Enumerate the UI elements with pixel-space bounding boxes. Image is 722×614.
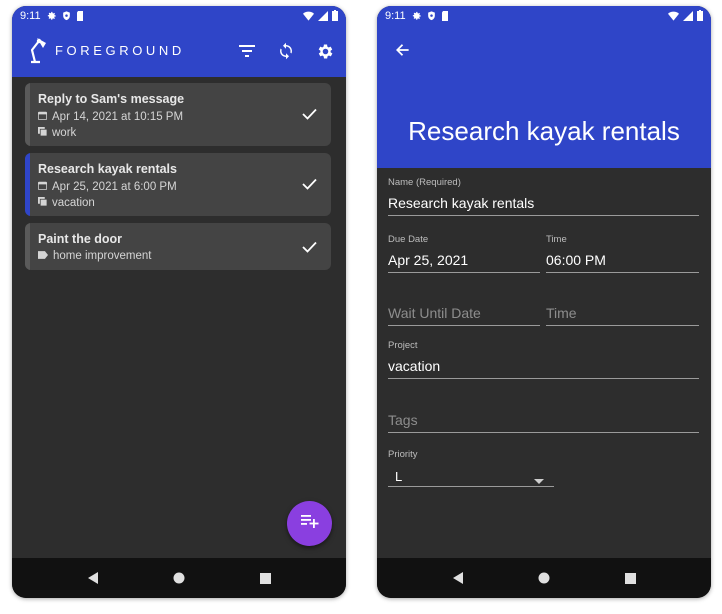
calendar-icon [38, 181, 47, 193]
settings-status-icon [412, 11, 422, 21]
due-time-value: 06:00 PM [546, 252, 606, 268]
tags-field[interactable]: Tags [388, 409, 699, 439]
wifi-icon [668, 11, 679, 21]
status-time: 9:11 [385, 10, 406, 22]
sync-icon[interactable] [275, 40, 297, 62]
nav-home-icon[interactable] [536, 570, 552, 586]
sim-status-icon [441, 11, 449, 21]
task-card-stripe [25, 153, 30, 216]
project-label: Project [388, 340, 418, 351]
task-card[interactable]: Research kayak rentals Apr 25, 2021 at 6… [25, 153, 331, 216]
tag-icon [38, 250, 48, 262]
status-bar: 9:11 [12, 6, 346, 26]
due-time-field[interactable]: Time 06:00 PM [546, 234, 699, 279]
battery-icon [697, 10, 703, 21]
wait-until-time-underline [546, 325, 699, 326]
task-project-row: vacation [38, 197, 95, 209]
detail-header: 9:11 Research kayak rentals [377, 6, 711, 168]
check-icon[interactable] [302, 177, 317, 195]
wait-until-time-field[interactable]: Time [546, 302, 699, 332]
check-icon[interactable] [302, 107, 317, 125]
nav-recents-icon[interactable] [257, 570, 273, 586]
status-indicators [668, 10, 703, 21]
project-icon [38, 197, 48, 209]
filter-icon[interactable] [236, 40, 258, 62]
sim-status-icon [76, 11, 84, 21]
check-icon[interactable] [302, 240, 317, 258]
nav-home-icon[interactable] [171, 570, 187, 586]
task-tag: home improvement [53, 250, 152, 262]
task-title: Reply to Sam's message [38, 92, 185, 106]
nav-recents-icon[interactable] [622, 570, 638, 586]
wait-until-date-placeholder: Wait Until Date [388, 305, 481, 321]
system-nav-bar [12, 558, 346, 598]
due-date-value: Apr 25, 2021 [388, 252, 469, 268]
task-due: Apr 14, 2021 at 10:15 PM [52, 111, 184, 123]
priority-select[interactable]: Priority L [388, 449, 554, 494]
priority-label: Priority [388, 449, 418, 460]
chevron-down-icon[interactable] [534, 479, 544, 484]
shield-status-icon [62, 11, 71, 21]
priority-underline [388, 486, 554, 487]
system-nav-bar [377, 558, 711, 598]
status-indicators [303, 10, 338, 21]
due-date-label: Due Date [388, 234, 429, 245]
task-project-row: work [38, 127, 76, 139]
add-task-button[interactable] [287, 501, 332, 546]
name-underline [388, 215, 699, 216]
name-label: Name (Required) [388, 177, 461, 188]
due-date-field[interactable]: Due Date Apr 25, 2021 [388, 234, 540, 279]
name-field[interactable]: Name (Required) Research kayak rentals [388, 177, 699, 222]
tags-underline [388, 432, 699, 433]
add-task-icon [300, 514, 319, 533]
due-time-label: Time [546, 234, 567, 245]
wifi-icon [303, 11, 314, 21]
task-title: Paint the door [38, 232, 123, 246]
status-time: 9:11 [20, 10, 41, 22]
project-value: vacation [388, 358, 441, 374]
task-due: Apr 25, 2021 at 6:00 PM [52, 181, 177, 193]
wait-until-date-underline [388, 325, 540, 326]
detail-title: Research kayak rentals [408, 116, 680, 146]
nav-back-icon[interactable] [85, 570, 101, 586]
task-project: vacation [52, 197, 95, 209]
task-card-stripe [25, 83, 30, 146]
app-bar: FOREGROUND [12, 26, 346, 77]
calendar-icon [38, 111, 47, 123]
wait-until-date-field[interactable]: Wait Until Date [388, 302, 540, 332]
tags-placeholder: Tags [388, 412, 418, 428]
settings-status-icon [47, 11, 57, 21]
app-title: FOREGROUND [55, 43, 185, 58]
due-time-underline [546, 272, 699, 273]
task-list-screen: 9:11 FOREGROUND Reply to Sam's message A… [12, 6, 346, 598]
task-tag-row: home improvement [38, 250, 151, 262]
task-card-stripe [25, 223, 30, 270]
task-card[interactable]: Paint the door home improvement [25, 223, 331, 270]
due-date-underline [388, 272, 540, 273]
priority-value: L [395, 469, 403, 484]
project-underline [388, 378, 699, 379]
task-due-row: Apr 25, 2021 at 6:00 PM [38, 181, 177, 193]
task-project: work [52, 127, 77, 139]
wait-until-time-placeholder: Time [546, 305, 577, 321]
task-detail-screen: 9:11 Research kayak rentals Name (Requir… [377, 6, 711, 598]
name-value: Research kayak rentals [388, 195, 535, 211]
status-bar: 9:11 [377, 6, 711, 26]
task-due-row: Apr 14, 2021 at 10:15 PM [38, 111, 183, 123]
project-icon [38, 127, 48, 139]
battery-icon [332, 10, 338, 21]
back-arrow-icon[interactable] [391, 39, 413, 61]
nav-back-icon[interactable] [450, 570, 466, 586]
signal-icon [318, 10, 328, 21]
task-title: Research kayak rentals [38, 162, 177, 176]
task-card[interactable]: Reply to Sam's message Apr 14, 2021 at 1… [25, 83, 331, 146]
project-field[interactable]: Project vacation [388, 340, 699, 385]
lamp-logo-icon [28, 36, 50, 69]
signal-icon [683, 10, 693, 21]
shield-status-icon [427, 11, 436, 21]
settings-icon[interactable] [314, 40, 336, 62]
